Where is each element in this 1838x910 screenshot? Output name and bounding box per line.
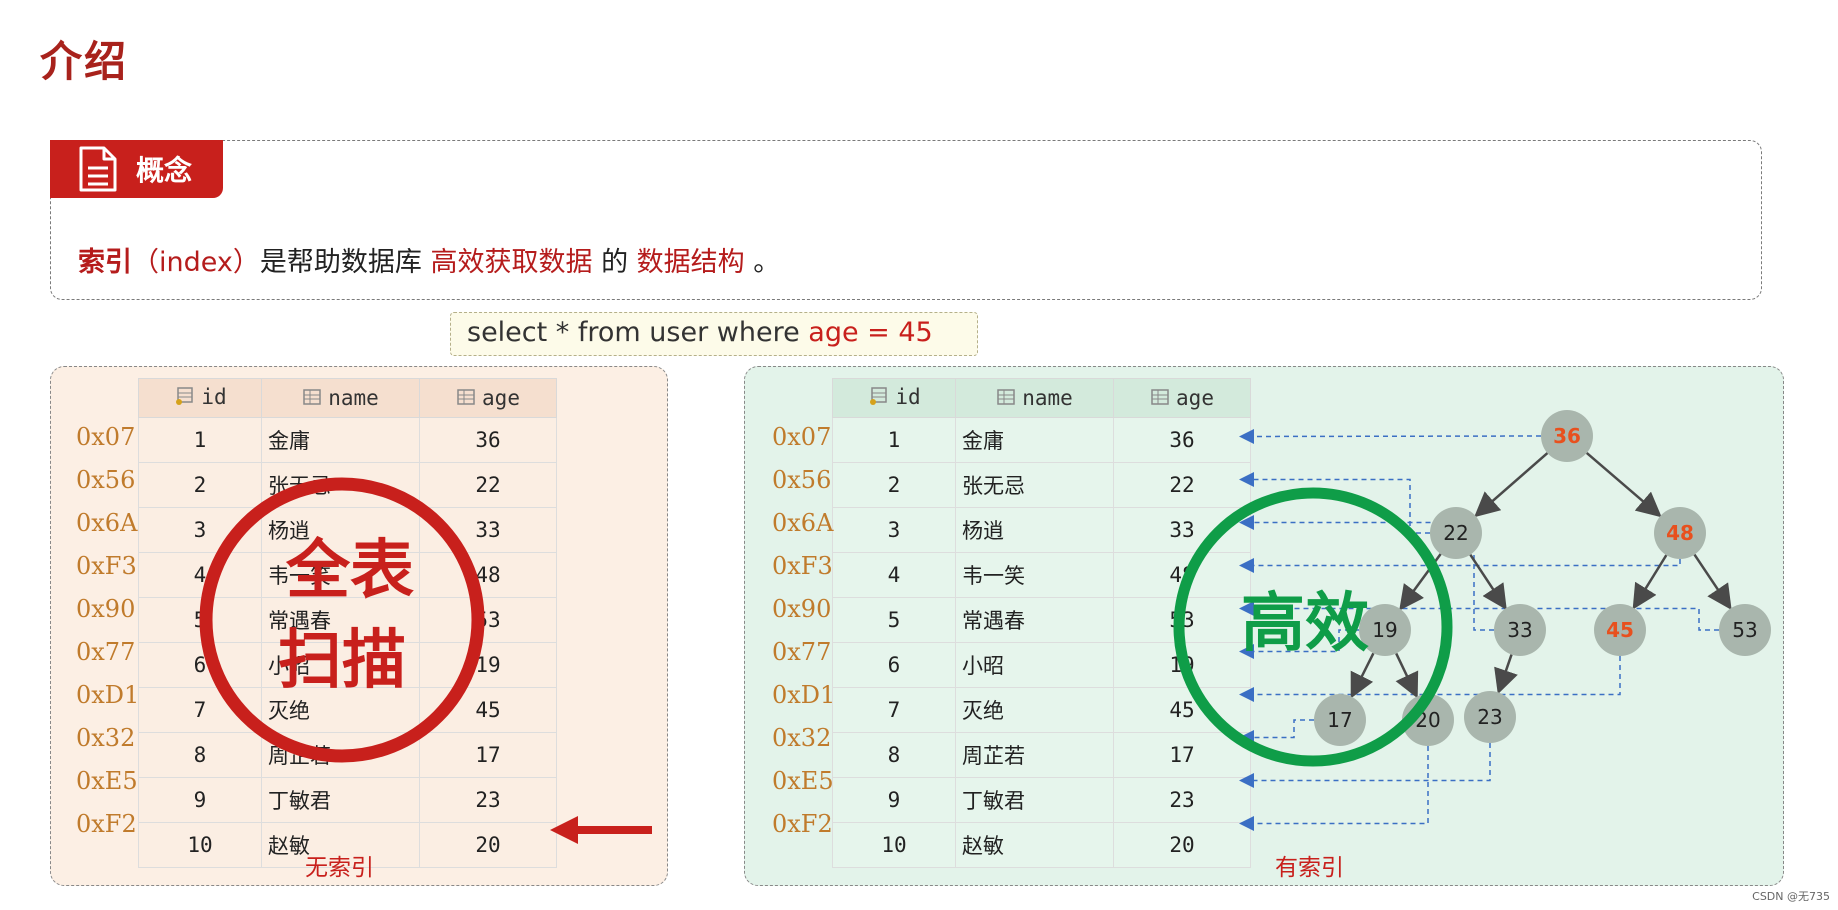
tree-node-label: 48	[1666, 521, 1694, 545]
pointer-arrow	[1239, 428, 1542, 444]
watermark: CSDN @无735	[1752, 890, 1830, 903]
tree-edge	[1395, 652, 1419, 699]
tree-node-label: 45	[1606, 618, 1634, 642]
tree-edge	[1469, 554, 1507, 610]
tree-node: 33	[1494, 604, 1546, 656]
tree-node: 45	[1594, 604, 1646, 656]
diagram-overlay: 3622 4819 33 45 5317 20 23 全表 扫描 高效	[199, 410, 1771, 844]
tree-node-label: 19	[1372, 618, 1397, 642]
tree-edge	[1693, 553, 1732, 611]
tree-node-label: 23	[1477, 705, 1502, 729]
tree-node: 36	[1541, 410, 1593, 462]
tree-node-label: 33	[1507, 618, 1532, 642]
tree-node: 23	[1464, 691, 1516, 743]
pointer-arrow	[1239, 558, 1681, 573]
tree-edge	[1494, 654, 1518, 695]
stamp-text-line2: 扫描	[278, 624, 406, 698]
tree-node: 22	[1430, 507, 1482, 559]
tree-edge	[1585, 451, 1662, 518]
tree-edge	[1632, 554, 1668, 610]
stamp-text-line1: 全表	[285, 534, 414, 608]
pointer-arrow	[1239, 719, 1314, 745]
stamp-full-table-scan: 全表 扫描	[199, 477, 485, 763]
stamp-ring-red	[199, 477, 485, 763]
tree-node: 53	[1719, 604, 1771, 656]
tree-edge	[1474, 452, 1549, 518]
tree-node-label: 36	[1553, 424, 1581, 448]
tree-node: 48	[1654, 507, 1706, 559]
tree-node-label: 53	[1732, 618, 1757, 642]
tree-node-label: 22	[1443, 521, 1468, 545]
tree-node: 17	[1314, 694, 1366, 746]
red-scan-arrow	[550, 816, 652, 844]
tree-node-label: 17	[1327, 708, 1352, 732]
stamp-text: 高效	[1241, 587, 1369, 661]
